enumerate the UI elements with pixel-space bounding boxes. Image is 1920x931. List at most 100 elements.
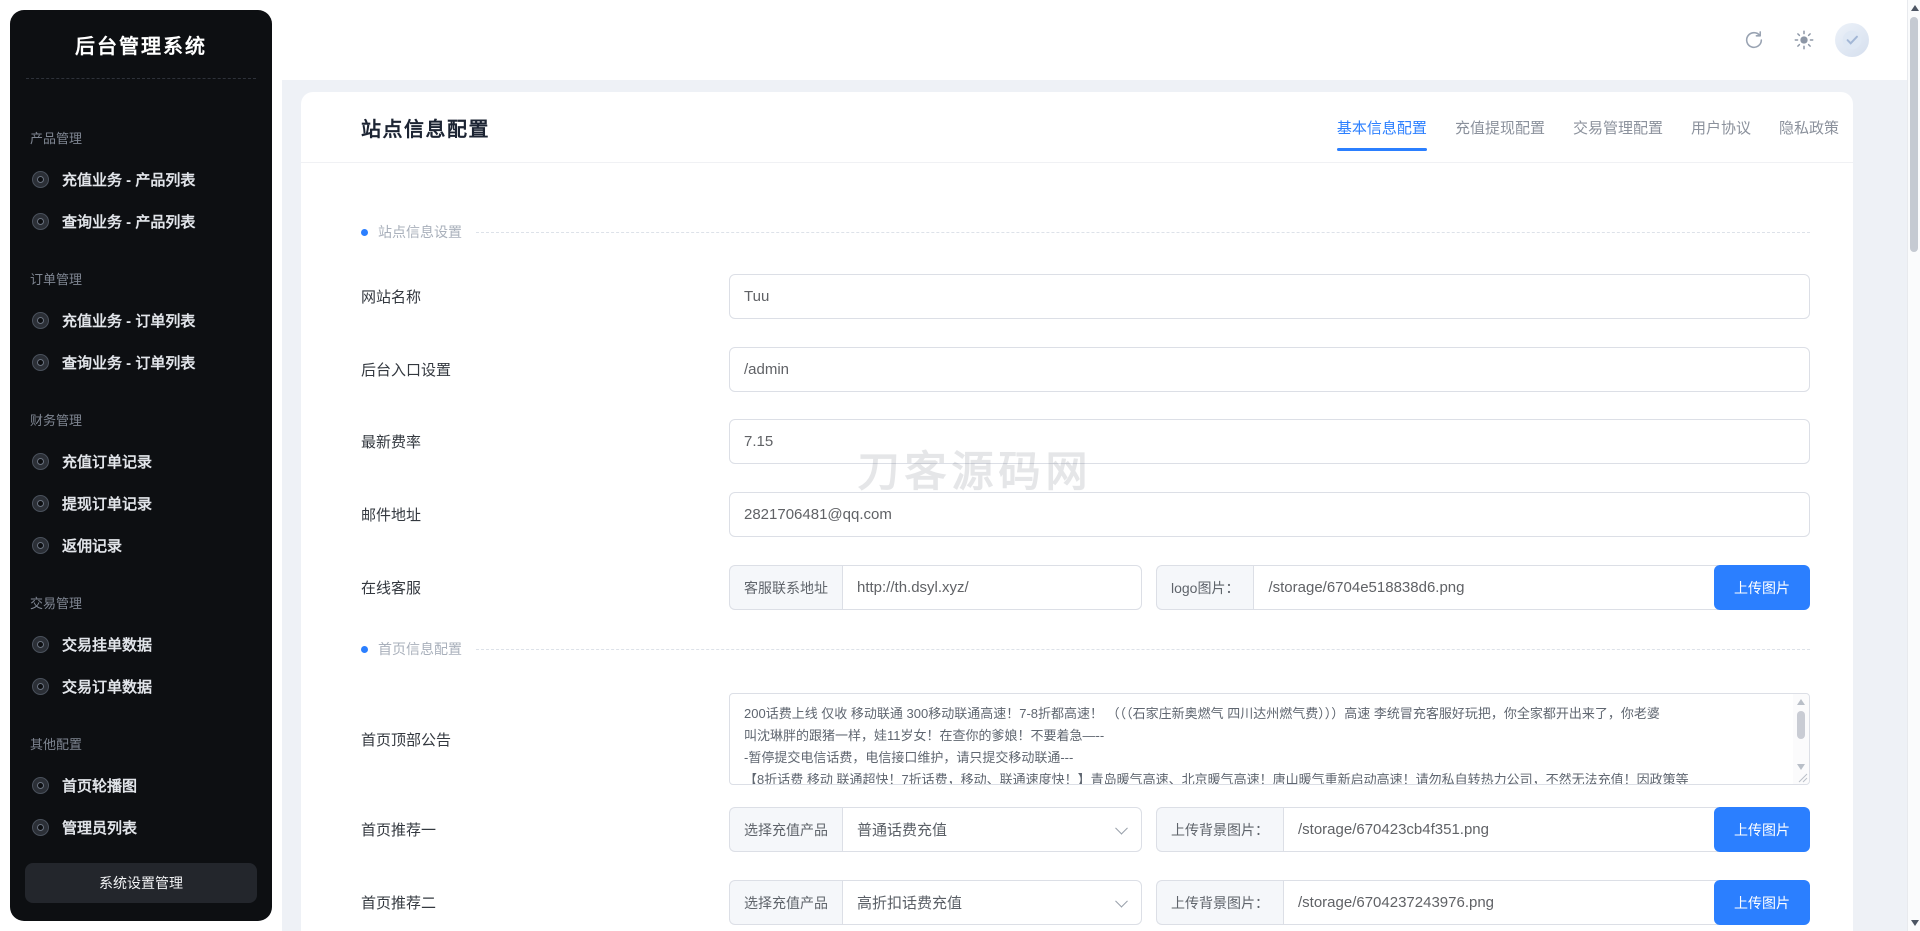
logo-path-input[interactable] <box>1253 565 1718 610</box>
form-row-email: 邮件地址 <box>361 492 1810 537</box>
form-row-online-service: 在线客服 客服联系地址 logo图片： 上传图片 <box>361 565 1810 610</box>
record-circle-icon <box>32 635 49 653</box>
scroll-up-icon[interactable] <box>1797 699 1805 705</box>
section-label: 财务管理 <box>30 413 83 428</box>
chevron-down-icon <box>1115 894 1128 908</box>
upload-logo-button[interactable]: 上传图片 <box>1714 565 1810 610</box>
bg-image-addon: 上传背景图片： <box>1156 807 1283 852</box>
announcement-textarea[interactable]: 200话费上线 仅收 移动联通 300移动联通高速！7-8折都高速！ （（（石家… <box>729 693 1810 785</box>
record-circle-icon <box>32 353 49 371</box>
tab-bar: 基本信息配置 充值提现配置 交易管理配置 用户协议 隐私政策 <box>1336 117 1839 151</box>
field-label: 首页推荐二 <box>361 895 437 912</box>
sidebar-section-finance: 财务管理 充值订单记录 提现订单记录 返佣记录 <box>10 410 272 566</box>
form-row-home-rec-2: 首页推荐二 选择充值产品 高折扣话费充值 上传背景图片： 上传图片 <box>361 880 1810 925</box>
scrollbar-thumb[interactable] <box>1797 711 1805 739</box>
sidebar-section-products: 产品管理 充值业务 - 产品列表 查询业务 - 产品列表 <box>10 128 272 242</box>
upload-rec1-button[interactable]: 上传图片 <box>1714 807 1810 852</box>
scroll-down-icon[interactable] <box>1797 764 1805 770</box>
rec2-image-input[interactable] <box>1283 880 1718 925</box>
rec1-image-input[interactable] <box>1283 807 1718 852</box>
field-label: 邮件地址 <box>361 507 422 524</box>
record-circle-icon <box>32 677 49 695</box>
content-area: 站点信息配置 基本信息配置 充值提现配置 交易管理配置 用户协议 隐私政策 站点… <box>282 80 1908 931</box>
sidebar-item-commission-records[interactable]: 返佣记录 <box>10 524 272 566</box>
scroll-down-icon[interactable] <box>1911 920 1919 926</box>
sidebar-item-admin-list[interactable]: 管理员列表 <box>10 806 272 848</box>
section-home-info: 首页信息配置 <box>361 639 1810 659</box>
sidebar-item-withdraw-records[interactable]: 提现订单记录 <box>10 482 272 524</box>
admin-path-input[interactable] <box>729 347 1810 392</box>
sidebar-item-recharge-orders[interactable]: 充值业务 - 订单列表 <box>10 299 272 341</box>
service-url-addon: 客服联系地址 <box>729 565 842 610</box>
service-url-input[interactable] <box>842 565 1142 610</box>
sidebar-nav: 产品管理 充值业务 - 产品列表 查询业务 - 产品列表 订单管理 充值业务 -… <box>10 79 272 848</box>
settings-card: 站点信息配置 基本信息配置 充值提现配置 交易管理配置 用户协议 隐私政策 站点… <box>301 92 1853 931</box>
tab-trade-manage[interactable]: 交易管理配置 <box>1573 117 1663 138</box>
record-circle-icon <box>32 311 49 329</box>
sidebar-item-recharge-products[interactable]: 充值业务 - 产品列表 <box>10 158 272 200</box>
field-label: 首页推荐一 <box>361 822 437 839</box>
section-label: 产品管理 <box>30 131 83 146</box>
section-label: 订单管理 <box>30 272 83 287</box>
page-scrollbar[interactable] <box>1907 0 1920 931</box>
sidebar-item-query-orders[interactable]: 查询业务 - 订单列表 <box>10 341 272 383</box>
field-label: 首页顶部公告 <box>361 731 452 749</box>
theme-toggle-sun-icon[interactable] <box>1792 28 1816 52</box>
chevron-down-icon <box>1115 821 1128 835</box>
page-title: 站点信息配置 <box>361 118 490 141</box>
bg-image-addon: 上传背景图片： <box>1156 880 1283 925</box>
rec1-product-select[interactable]: 普通话费充值 <box>842 807 1142 852</box>
announcement-wrap: 200话费上线 仅收 移动联通 300移动联通高速！7-8折都高速！ （（（石家… <box>729 693 1810 785</box>
site-name-input[interactable] <box>729 274 1810 319</box>
sidebar-section-trade: 交易管理 交易挂单数据 交易订单数据 <box>10 593 272 707</box>
sidebar-item-trade-orders[interactable]: 交易订单数据 <box>10 665 272 707</box>
app-title: 后台管理系统 <box>75 35 207 58</box>
form-row-admin-path: 后台入口设置 <box>361 347 1810 392</box>
upload-rec2-button[interactable]: 上传图片 <box>1714 880 1810 925</box>
section-dot-icon <box>361 645 368 653</box>
email-input[interactable] <box>729 492 1810 537</box>
record-circle-icon <box>32 818 49 836</box>
record-circle-icon <box>32 170 49 188</box>
user-avatar[interactable] <box>1835 23 1869 57</box>
tab-privacy-policy[interactable]: 隐私政策 <box>1779 117 1839 138</box>
section-site-info: 站点信息设置 <box>361 222 1810 242</box>
rate-input[interactable] <box>729 419 1810 464</box>
refresh-icon[interactable] <box>1742 28 1766 52</box>
form-row-home-rec-1: 首页推荐一 选择充值产品 普通话费充值 上传背景图片： 上传图片 <box>361 807 1810 852</box>
field-label: 网站名称 <box>361 289 422 306</box>
record-circle-icon <box>32 536 49 554</box>
record-circle-icon <box>32 494 49 512</box>
tab-basic-info[interactable]: 基本信息配置 <box>1336 117 1427 151</box>
form-row-announcement: 首页顶部公告 200话费上线 仅收 移动联通 300移动联通高速！7-8折都高速… <box>361 693 1810 785</box>
system-settings-button[interactable]: 系统设置管理 <box>25 863 257 903</box>
tab-user-agreement[interactable]: 用户协议 <box>1691 117 1751 138</box>
field-label: 后台入口设置 <box>361 362 452 379</box>
scroll-up-icon[interactable] <box>1911 5 1919 11</box>
form-row-site-name: 网站名称 <box>361 274 1810 319</box>
select-product-addon: 选择充值产品 <box>729 880 842 925</box>
sidebar-item-recharge-records[interactable]: 充值订单记录 <box>10 440 272 482</box>
sidebar-section-other: 其他配置 首页轮播图 管理员列表 <box>10 734 272 848</box>
logo-addon: logo图片： <box>1156 565 1254 610</box>
rec2-product-select[interactable]: 高折扣话费充值 <box>842 880 1142 925</box>
section-dashed-line <box>476 648 1810 650</box>
sidebar-section-orders: 订单管理 充值业务 - 订单列表 查询业务 - 订单列表 <box>10 269 272 383</box>
sidebar-item-home-carousel[interactable]: 首页轮播图 <box>10 764 272 806</box>
resize-grip-icon[interactable] <box>1798 773 1808 783</box>
record-circle-icon <box>32 212 49 230</box>
textarea-scrollbar[interactable] <box>1793 694 1809 784</box>
tab-recharge-withdraw[interactable]: 充值提现配置 <box>1455 117 1545 138</box>
sidebar: 后台管理系统 产品管理 充值业务 - 产品列表 查询业务 - 产品列表 订单管理… <box>10 10 272 921</box>
select-product-addon: 选择充值产品 <box>729 807 842 852</box>
scrollbar-thumb[interactable] <box>1910 17 1918 252</box>
field-label: 最新费率 <box>361 434 422 451</box>
sidebar-item-query-products[interactable]: 查询业务 - 产品列表 <box>10 200 272 242</box>
form-row-rate: 最新费率 <box>361 419 1810 464</box>
record-circle-icon <box>32 452 49 470</box>
sidebar-item-trade-pending[interactable]: 交易挂单数据 <box>10 623 272 665</box>
section-dot-icon <box>361 228 368 236</box>
